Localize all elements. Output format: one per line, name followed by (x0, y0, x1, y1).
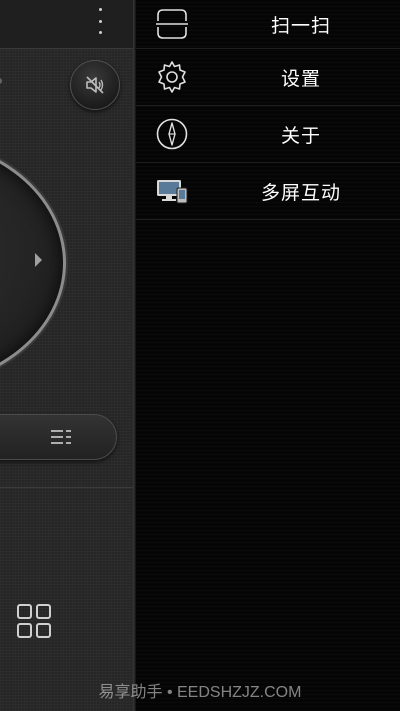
mute-button[interactable] (70, 60, 120, 110)
side-drawer: 扫一扫 设置 关于 多屏互动 (136, 0, 400, 711)
settings-gear-icon (154, 59, 190, 95)
compass-info-icon (154, 116, 190, 152)
app-screen: 扫一扫 设置 关于 多屏互动 易享助手 • EEDSHZJZ.COM (0, 0, 400, 711)
remote-top-bar (0, 0, 135, 49)
arrow-right-icon[interactable] (35, 253, 42, 267)
apps-grid-icon[interactable] (17, 604, 51, 638)
remote-panel (0, 0, 135, 711)
menu-item-multiscreen[interactable]: 多屏互动 (136, 163, 400, 220)
dpad-ring[interactable] (0, 138, 66, 388)
more-vertical-icon[interactable] (92, 8, 108, 34)
multi-screen-icon (154, 173, 190, 209)
menu-item-scan[interactable]: 扫一扫 (136, 0, 400, 49)
watermark-text: 易享助手 • EEDSHZJZ.COM (98, 684, 302, 701)
menu-item-label: 设置 (280, 67, 321, 90)
volume-mute-icon (86, 76, 104, 94)
menu-item-label: 多屏互动 (260, 181, 341, 204)
menu-item-settings[interactable]: 设置 (136, 49, 400, 106)
partial-button (0, 78, 2, 84)
remote-divider (0, 487, 135, 488)
menu-button[interactable] (0, 414, 117, 460)
scan-icon (154, 6, 190, 42)
menu-list-icon (51, 430, 71, 444)
menu-item-label: 关于 (280, 124, 321, 147)
menu-item-label: 扫一扫 (270, 14, 331, 37)
menu-item-about[interactable]: 关于 (136, 106, 400, 163)
